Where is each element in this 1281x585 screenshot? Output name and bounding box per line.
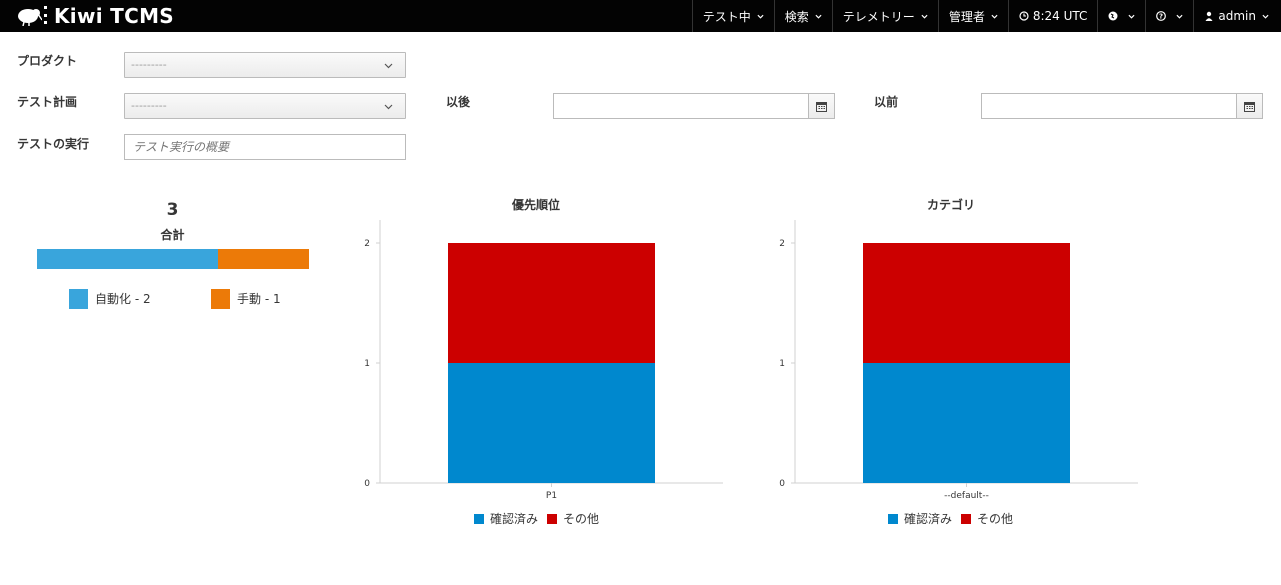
help-icon: ?	[1156, 11, 1167, 21]
legend-swatch	[547, 513, 558, 524]
chevron-down-icon	[815, 14, 822, 19]
legend-item: 確認済み	[888, 510, 952, 527]
total-count: 3	[166, 200, 179, 220]
chevron-down-icon	[384, 63, 393, 69]
before-date-input[interactable]	[981, 93, 1263, 119]
globe-icon	[1108, 11, 1118, 21]
calendar-icon	[1244, 101, 1255, 112]
before-date-picker-button[interactable]	[1236, 94, 1262, 118]
after-date-input[interactable]	[553, 93, 835, 119]
x-tick-label: --default--	[944, 491, 989, 501]
category-chart: 0 1 2 --default--	[779, 220, 1138, 501]
nav-clock-label: 8:24 UTC	[1032, 9, 1088, 23]
nav-search-menu[interactable]: 検索	[773, 0, 832, 32]
manual-progress-bar	[218, 249, 309, 269]
test-run-summary-input[interactable]	[124, 134, 406, 160]
nav-testing-label: テスト中	[702, 9, 751, 24]
product-select-value: ---------	[131, 58, 167, 71]
nav-admin-menu[interactable]: 管理者	[937, 0, 1008, 32]
nav-admin-label: 管理者	[948, 9, 985, 24]
chevron-down-icon	[384, 104, 393, 110]
bar-segment	[448, 363, 655, 483]
calendar-icon	[816, 101, 827, 112]
brand-logo[interactable]: Kiwi TCMS	[16, 4, 174, 28]
automated-legend-swatch	[69, 289, 88, 309]
bar-segment	[863, 243, 1070, 363]
svg-text:?: ?	[1159, 13, 1163, 21]
category-chart-legend: 確認済み その他	[888, 510, 1022, 527]
after-date-picker-button[interactable]	[808, 94, 834, 118]
manual-legend-swatch	[211, 289, 230, 309]
nav-language-menu[interactable]	[1097, 0, 1145, 32]
chevron-down-icon	[1176, 14, 1183, 19]
priority-chart: 0 1 2 P1	[364, 220, 723, 501]
test-plan-select[interactable]: ---------	[124, 93, 406, 119]
y-tick-label: 0	[779, 479, 785, 489]
legend-label: 確認済み	[490, 512, 539, 526]
before-date-label: 以前	[874, 95, 899, 109]
x-tick-label: P1	[546, 491, 557, 501]
category-chart-title: カテゴリ	[926, 198, 975, 212]
y-tick-label: 0	[364, 479, 370, 489]
total-label: 合計	[160, 228, 185, 242]
nav-search-label: 検索	[784, 9, 809, 24]
test-plan-label: テスト計画	[17, 95, 78, 109]
kiwi-bird-icon	[18, 9, 42, 26]
nav-telemetry-label: テレメトリー	[842, 9, 915, 24]
legend-item: 確認済み	[474, 510, 538, 527]
legend-swatch	[474, 513, 484, 524]
nav-clock: 8:24 UTC	[1007, 0, 1098, 32]
legend-swatch	[888, 513, 898, 524]
legend-label: その他	[977, 512, 1014, 526]
nav-user-label: admin	[1218, 9, 1256, 23]
nav-telemetry-menu[interactable]: テレメトリー	[831, 0, 938, 32]
product-label: プロダクト	[17, 54, 78, 68]
test-run-label: テストの実行	[17, 137, 90, 151]
automated-legend-label: 自動化 - 2	[95, 292, 151, 306]
automated-progress-bar	[37, 249, 219, 269]
clock-icon	[1019, 11, 1029, 21]
y-tick-label: 2	[364, 239, 370, 249]
legend-swatch	[961, 513, 972, 524]
user-icon	[1205, 11, 1213, 21]
chevron-down-icon	[757, 14, 764, 19]
priority-chart-legend: 確認済み その他	[474, 510, 608, 527]
chevron-down-icon	[991, 14, 998, 19]
y-tick-label: 1	[779, 359, 785, 369]
bar-segment	[863, 363, 1070, 483]
test-plan-select-value: ---------	[131, 99, 167, 112]
nav-testing-menu[interactable]: テスト中	[691, 0, 774, 32]
chevron-down-icon	[1262, 14, 1269, 19]
legend-label: 確認済み	[904, 512, 953, 526]
bar-segment	[448, 243, 655, 363]
chevron-down-icon	[921, 14, 928, 19]
nav-help-menu[interactable]: ?	[1145, 0, 1193, 32]
y-tick-label: 2	[779, 239, 785, 249]
product-select[interactable]: ---------	[124, 52, 406, 78]
legend-item: その他	[547, 510, 599, 527]
manual-legend-label: 手動 - 1	[237, 292, 281, 306]
priority-chart-title: 優先順位	[511, 198, 560, 212]
brand-mark	[44, 6, 52, 24]
legend-item: その他	[961, 510, 1013, 527]
legend-label: その他	[563, 512, 600, 526]
brand-name: Kiwi TCMS	[54, 4, 174, 28]
chevron-down-icon	[1128, 14, 1135, 19]
top-navbar: Kiwi TCMS テスト中 検索 テレメトリー 管理者 8:24 UTC ?	[0, 0, 1281, 32]
after-date-label: 以後	[446, 95, 471, 109]
y-tick-label: 1	[364, 359, 370, 369]
nav-user-menu[interactable]: admin	[1193, 0, 1281, 32]
